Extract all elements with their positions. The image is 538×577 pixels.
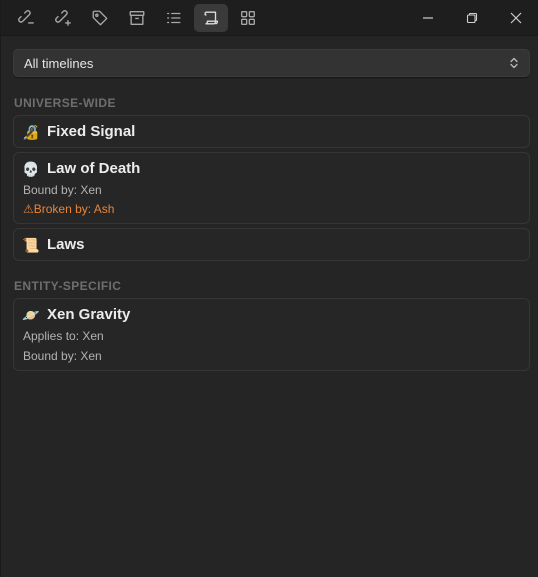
card-title-text: Fixed Signal [47, 123, 136, 140]
law-card-law-of-death[interactable]: 💀 Law of Death Bound by: Xen ⚠Broken by:… [13, 152, 530, 224]
bound-by-text: Bound by: Xen [23, 183, 102, 197]
section-heading-universe-wide: UNIVERSE-WIDE [14, 96, 116, 110]
applies-to-text: Applies to: Xen [23, 329, 104, 343]
card-title: 🔏 Fixed Signal [22, 122, 520, 141]
scroll-icon: 📜 [22, 236, 40, 253]
list-icon [167, 12, 181, 23]
panel-content: All timelines UNIVERSE-WIDE 🔏 Fixed Sign… [1, 36, 538, 371]
minimize-button[interactable] [406, 0, 450, 36]
pen-lock-icon: 🔏 [22, 123, 40, 140]
law-card-fixed-signal[interactable]: 🔏 Fixed Signal [13, 115, 530, 148]
card-title: 💀 Law of Death [22, 159, 520, 178]
restore-icon [466, 12, 478, 23]
grid-button[interactable] [231, 4, 265, 32]
window-controls [406, 0, 538, 36]
archive-button[interactable] [120, 4, 154, 32]
scroll-button[interactable] [194, 3, 228, 32]
toolbar [1, 0, 538, 36]
law-card-xen-gravity[interactable]: 🪐 Xen Gravity Applies to: Xen Bound by: … [13, 298, 530, 371]
archive-icon [129, 10, 145, 25]
timeline-select[interactable]: All timelines [13, 49, 530, 77]
restore-button[interactable] [450, 0, 494, 36]
tag-button[interactable] [83, 4, 117, 32]
timeline-select-value: All timelines [24, 55, 94, 71]
bound-by-text: Bound by: Xen [23, 349, 102, 363]
link-remove-icon [18, 9, 34, 24]
link-add-button[interactable] [46, 4, 80, 32]
card-title: 🪐 Xen Gravity [22, 305, 520, 324]
planet-icon: 🪐 [22, 306, 40, 323]
skull-icon: 💀 [22, 160, 40, 177]
law-card-laws[interactable]: 📜 Laws [13, 228, 530, 261]
link-remove-button[interactable] [9, 4, 43, 32]
app-window: All timelines UNIVERSE-WIDE 🔏 Fixed Sign… [0, 0, 538, 577]
chevron-up-down-icon [510, 57, 518, 69]
close-button[interactable] [494, 0, 538, 36]
broken-by-warning: ⚠Broken by: Ash [23, 202, 115, 216]
link-add-icon [55, 9, 71, 26]
card-title-text: Law of Death [47, 160, 141, 177]
list-button[interactable] [157, 4, 191, 32]
close-icon [510, 12, 522, 23]
section-heading-entity-specific: ENTITY-SPECIFIC [14, 279, 122, 293]
card-title-text: Laws [47, 236, 85, 253]
scroll-icon [204, 10, 218, 25]
minimize-icon [423, 16, 433, 19]
grid-icon [241, 10, 255, 25]
card-title-text: Xen Gravity [47, 306, 131, 323]
tag-icon [92, 10, 108, 25]
card-title: 📜 Laws [22, 235, 520, 254]
